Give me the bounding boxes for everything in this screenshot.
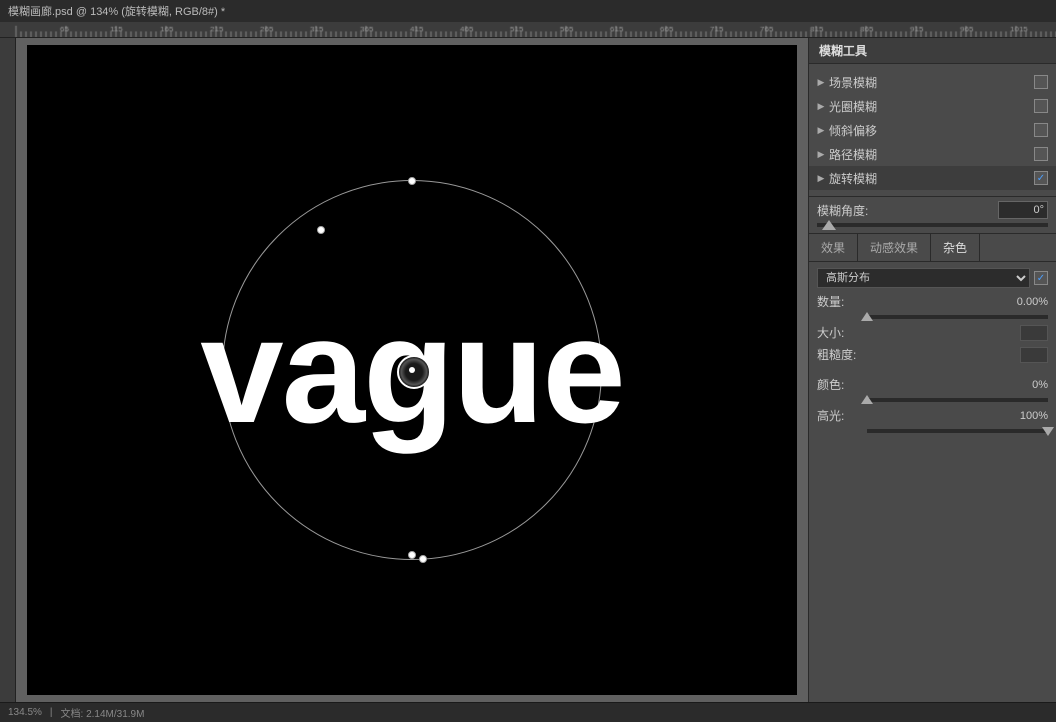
angle-input[interactable] bbox=[998, 201, 1048, 219]
canvas-content: vague bbox=[27, 45, 797, 695]
doc-info: 文档: 2.14M/31.9M bbox=[61, 705, 145, 720]
noise-distribution-select[interactable]: 高斯分布 均匀分布 bbox=[817, 268, 1030, 288]
blur-option-path[interactable]: ▶ 路径模糊 bbox=[809, 142, 1056, 166]
blur-option-tilt[interactable]: ▶ 倾斜偏移 bbox=[809, 118, 1056, 142]
noise-section: 高斯分布 均匀分布 数量: 0.00% bbox=[809, 262, 1056, 702]
tab-motion[interactable]: 动感效果 bbox=[858, 234, 931, 261]
blur-option-path-label: 路径模糊 bbox=[829, 146, 1034, 163]
expand-arrow-aperture: ▶ bbox=[813, 98, 829, 114]
zoom-level: 134.5% bbox=[8, 707, 42, 718]
noise-select-wrap: 高斯分布 均匀分布 bbox=[817, 268, 1048, 288]
blur-options: ▶ 场景模糊 ▶ 光圈模糊 ▶ 倾斜偏移 ▶ 路径模糊 ▶ 旋转模糊 bbox=[809, 64, 1056, 197]
top-ctrl-point[interactable] bbox=[408, 177, 416, 185]
bottom-ctrl-point[interactable] bbox=[408, 551, 416, 559]
noise-highlight-label: 高光: bbox=[817, 407, 867, 424]
noise-roughness-row: 粗糙度: bbox=[817, 346, 1048, 363]
angle-row: 模糊角度: bbox=[817, 201, 1048, 219]
canvas-area[interactable]: vague bbox=[0, 38, 808, 702]
checkbox-path[interactable] bbox=[1034, 147, 1048, 161]
noise-size-box bbox=[1020, 325, 1048, 341]
main-area: vague 模糊工具 ▶ 场景模糊 ▶ 光圈模糊 ▶ 倾斜偏移 bbox=[0, 38, 1056, 702]
noise-highlight-slider[interactable] bbox=[867, 429, 1048, 433]
checkbox-spin[interactable] bbox=[1034, 171, 1048, 185]
blur-option-aperture[interactable]: ▶ 光圈模糊 bbox=[809, 94, 1056, 118]
checkbox-scene[interactable] bbox=[1034, 75, 1048, 89]
blur-option-tilt-label: 倾斜偏移 bbox=[829, 122, 1034, 139]
noise-amount-slider[interactable] bbox=[867, 315, 1048, 319]
tab-noise[interactable]: 杂色 bbox=[931, 234, 980, 261]
expand-arrow-path: ▶ bbox=[813, 146, 829, 162]
noise-amount-value: 0.00% bbox=[1003, 296, 1048, 308]
blur-option-scene-label: 场景模糊 bbox=[829, 74, 1034, 91]
noise-divider bbox=[817, 368, 1048, 376]
checkbox-tilt[interactable] bbox=[1034, 123, 1048, 137]
noise-highlight-row: 高光: 100% bbox=[817, 407, 1048, 424]
blur-angle-section: 模糊角度: bbox=[809, 197, 1056, 234]
noise-highlight-slider-row bbox=[817, 429, 1048, 433]
noise-type-row: 高斯分布 均匀分布 bbox=[817, 268, 1048, 288]
noise-checkbox[interactable] bbox=[1034, 271, 1048, 285]
vague-text: vague bbox=[200, 284, 624, 457]
effect-tabs: 效果 动感效果 杂色 bbox=[809, 234, 1056, 262]
ruler-canvas bbox=[0, 22, 1056, 37]
blur-option-spin[interactable]: ▶ 旋转模糊 bbox=[809, 166, 1056, 190]
angle-slider-thumb[interactable] bbox=[822, 220, 836, 230]
tab-effect[interactable]: 效果 bbox=[809, 234, 858, 261]
expand-arrow-tilt: ▶ bbox=[813, 122, 829, 138]
angle-label: 模糊角度: bbox=[817, 202, 998, 219]
statusbar-sep: | bbox=[50, 707, 53, 718]
titlebar: 模糊画廊.psd @ 134% (旋转模糊, RGB/8#) * bbox=[0, 0, 1056, 22]
noise-amount-row: 数量: 0.00% bbox=[817, 293, 1048, 310]
panel-title-text: 模糊工具 bbox=[819, 42, 867, 59]
noise-size-label: 大小: bbox=[817, 324, 867, 341]
blur-option-scene[interactable]: ▶ 场景模糊 bbox=[809, 70, 1056, 94]
title-text: 模糊画廊.psd @ 134% (旋转模糊, RGB/8#) * bbox=[8, 3, 225, 19]
noise-color-value: 0% bbox=[1003, 379, 1048, 391]
right-panel: 模糊工具 ▶ 场景模糊 ▶ 光圈模糊 ▶ 倾斜偏移 ▶ 路径模糊 bbox=[808, 38, 1056, 702]
noise-amount-slider-row bbox=[817, 315, 1048, 319]
noise-amount-label: 数量: bbox=[817, 293, 867, 310]
expand-arrow-spin: ▶ bbox=[813, 170, 829, 186]
noise-highlight-value: 100% bbox=[1003, 410, 1048, 422]
noise-color-label: 颜色: bbox=[817, 376, 867, 393]
top-left-ctrl-point[interactable] bbox=[317, 226, 325, 234]
checkbox-aperture[interactable] bbox=[1034, 99, 1048, 113]
statusbar: 134.5% | 文档: 2.14M/31.9M bbox=[0, 702, 1056, 722]
blur-option-spin-label: 旋转模糊 bbox=[829, 170, 1034, 187]
bottom-right-ctrl-point[interactable] bbox=[419, 555, 427, 563]
noise-color-row: 颜色: 0% bbox=[817, 376, 1048, 393]
noise-color-slider-row bbox=[817, 398, 1048, 402]
noise-color-thumb[interactable] bbox=[861, 395, 873, 404]
angle-slider-track[interactable] bbox=[817, 223, 1048, 227]
noise-roughness-box bbox=[1020, 347, 1048, 363]
blur-option-aperture-label: 光圈模糊 bbox=[829, 98, 1034, 115]
noise-size-row: 大小: bbox=[817, 324, 1048, 341]
horizontal-ruler bbox=[0, 22, 1056, 38]
vertical-ruler bbox=[0, 38, 16, 702]
panel-title: 模糊工具 bbox=[809, 38, 1056, 64]
noise-amount-thumb[interactable] bbox=[861, 312, 873, 321]
noise-color-slider[interactable] bbox=[867, 398, 1048, 402]
noise-highlight-thumb[interactable] bbox=[1042, 427, 1054, 436]
noise-roughness-label: 粗糙度: bbox=[817, 346, 867, 363]
expand-arrow-scene: ▶ bbox=[813, 74, 829, 90]
